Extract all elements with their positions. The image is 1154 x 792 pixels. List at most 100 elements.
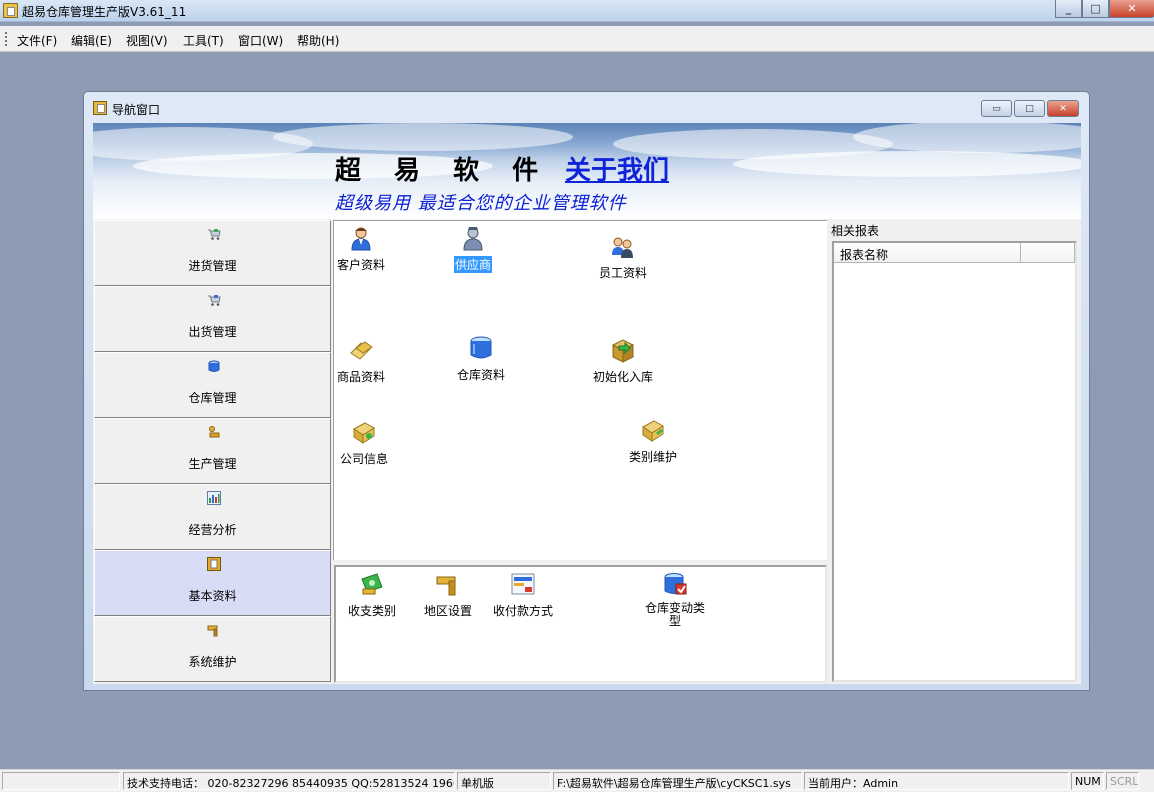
nav-sales[interactable]: 出货管理 [94, 286, 331, 352]
warehouse-icon [208, 360, 220, 372]
cloud-decoration [273, 123, 573, 151]
module-nav: 进货管理 出货管理 仓库管理 生产管理 经营分析 基本资料 系统维护 [94, 220, 331, 683]
reports-column-name[interactable]: 报表名称 [834, 243, 1021, 263]
production-icon [209, 426, 220, 438]
menu-grip-icon [5, 32, 7, 46]
customer-icon [351, 227, 371, 251]
window-controls: _ □ ✕ [1055, 0, 1154, 18]
brand-title: 超 易 软 件 [335, 156, 551, 186]
item-customer[interactable]: 客户资料 [336, 225, 386, 273]
item-label: 员工资料 [598, 266, 647, 280]
nav-label: 进货管理 [188, 259, 237, 273]
item-income-expense-category[interactable]: 收支类别 [346, 571, 398, 619]
related-reports-title: 相关报表 [831, 224, 880, 238]
status-scroll-lock: SCRL [1106, 772, 1139, 790]
menu-tools[interactable]: 工具(T) [183, 32, 224, 49]
navigation-window-icon [93, 101, 107, 115]
navigation-client-area: 超 易 软 件 关于我们 超级易用 最适合您的企业管理软件 进货管理 出货管理 … [93, 123, 1081, 684]
item-company-info[interactable]: 公司信息 [338, 419, 390, 467]
nav-purchase[interactable]: 进货管理 [94, 220, 331, 286]
item-initial-stock-in[interactable]: 初始化入库 [590, 337, 656, 385]
nav-production[interactable]: 生产管理 [94, 418, 331, 484]
nav-system[interactable]: 系统维护 [94, 616, 331, 682]
app-icon [3, 3, 18, 18]
minimize-button[interactable]: _ [1055, 0, 1082, 18]
item-product[interactable]: 商品资料 [336, 337, 386, 385]
banner: 超 易 软 件 关于我们 超级易用 最适合您的企业管理软件 [93, 123, 1081, 219]
item-label: 供应商 [453, 256, 492, 273]
cloud-decoration [853, 123, 1081, 153]
menu-edit[interactable]: 编辑(E) [71, 32, 112, 49]
navigation-window-title: 导航窗口 [112, 103, 161, 117]
item-warehouse-change-type[interactable]: 仓库变动类型 [640, 571, 710, 628]
nav-label: 仓库管理 [188, 391, 237, 405]
item-supplier[interactable]: 供应商 [448, 225, 498, 273]
cloud-decoration [733, 151, 1081, 177]
status-num-lock: NUM [1071, 772, 1104, 790]
item-label: 收付款方式 [492, 604, 553, 618]
nav-warehouse[interactable]: 仓库管理 [94, 352, 331, 418]
menu-window[interactable]: 窗口(W) [238, 32, 283, 49]
item-category-maintenance[interactable]: 类别维护 [627, 417, 679, 465]
status-mode: 单机版 [457, 772, 551, 790]
window-title: 超易仓库管理生产版V3.61_11 [22, 5, 187, 19]
nav-label: 生产管理 [188, 457, 237, 471]
settings-items-panel: 收支类别 地区设置 收付款方式 仓库变动类型 [334, 565, 827, 683]
warehouse-bin-icon [470, 336, 492, 359]
product-icon [350, 341, 373, 360]
item-label: 类别维护 [628, 450, 677, 464]
cart-icon [208, 229, 221, 240]
navigation-window: 导航窗口 ▭ □ ✕ 超 易 软 件 关于我们 超级易用 最适合您的企业管理软件 [83, 91, 1090, 691]
menu-bar: 文件(F) 编辑(E) 视图(V) 工具(T) 窗口(W) 帮助(H) [0, 26, 1154, 52]
item-label: 收支类别 [347, 604, 396, 618]
company-book-icon [353, 422, 375, 444]
warehouse-change-icon [664, 573, 687, 595]
menu-help[interactable]: 帮助(H) [297, 32, 339, 49]
supplier-icon [463, 227, 483, 251]
item-label: 客户资料 [337, 258, 386, 272]
stock-in-box-icon [611, 339, 635, 363]
nav-label: 基本资料 [188, 589, 237, 603]
status-file-path: F:\超易软件\超易仓库管理生产版\cyCKSC1.sys [553, 772, 802, 790]
child-minimize-button[interactable]: ▭ [981, 100, 1012, 117]
status-bar: 技术支持电话： 020-82327296 85440935 QQ:5281352… [0, 769, 1154, 792]
status-current-user: 当前用户：Admin [804, 772, 1069, 790]
hammer-icon [207, 625, 218, 637]
chart-icon [207, 491, 221, 505]
close-button[interactable]: ✕ [1109, 0, 1154, 18]
item-payment-method[interactable]: 收付款方式 [490, 571, 556, 619]
reports-list[interactable]: 报表名称 [832, 241, 1077, 682]
menu-file[interactable]: 文件(F) [17, 32, 57, 49]
module-items-panel: 客户资料 供应商 员工资料 商品资料 仓库资料 初始化入库 公司信息 类别维护 [333, 220, 827, 560]
about-us-link[interactable]: 关于我们 [565, 150, 669, 187]
document-icon [207, 557, 221, 571]
money-icon [361, 573, 383, 595]
child-close-button[interactable]: ✕ [1047, 100, 1079, 117]
item-label: 地区设置 [423, 604, 472, 618]
payment-method-icon [511, 573, 535, 595]
menu-view[interactable]: 视图(V) [126, 32, 168, 49]
reports-column-extra[interactable] [1021, 243, 1075, 263]
maximize-button[interactable]: □ [1082, 0, 1109, 18]
nav-basic-data[interactable]: 基本资料 [94, 550, 331, 616]
region-hammer-icon [436, 576, 456, 596]
navigation-window-controls: ▭ □ ✕ [981, 100, 1079, 117]
item-label: 公司信息 [339, 452, 388, 466]
item-label: 商品资料 [337, 370, 386, 384]
category-book-icon [642, 420, 664, 442]
staff-icon [612, 237, 633, 258]
status-segment-blank [2, 772, 120, 790]
item-label: 仓库资料 [457, 368, 506, 382]
child-maximize-button[interactable]: □ [1014, 100, 1045, 117]
item-label: 初始化入库 [592, 370, 653, 384]
nav-label: 经营分析 [188, 523, 237, 537]
slogan: 超级易用 最适合您的企业管理软件 [335, 193, 627, 214]
item-label: 仓库变动类型 [644, 601, 705, 628]
item-staff[interactable]: 员工资料 [593, 233, 653, 281]
nav-label: 出货管理 [188, 325, 237, 339]
nav-label: 系统维护 [188, 655, 237, 669]
nav-analysis[interactable]: 经营分析 [94, 484, 331, 550]
item-warehouse-data[interactable]: 仓库资料 [456, 335, 506, 383]
title-bar: 超易仓库管理生产版V3.61_11 _ □ ✕ [0, 0, 1154, 22]
item-region-settings[interactable]: 地区设置 [422, 571, 474, 619]
